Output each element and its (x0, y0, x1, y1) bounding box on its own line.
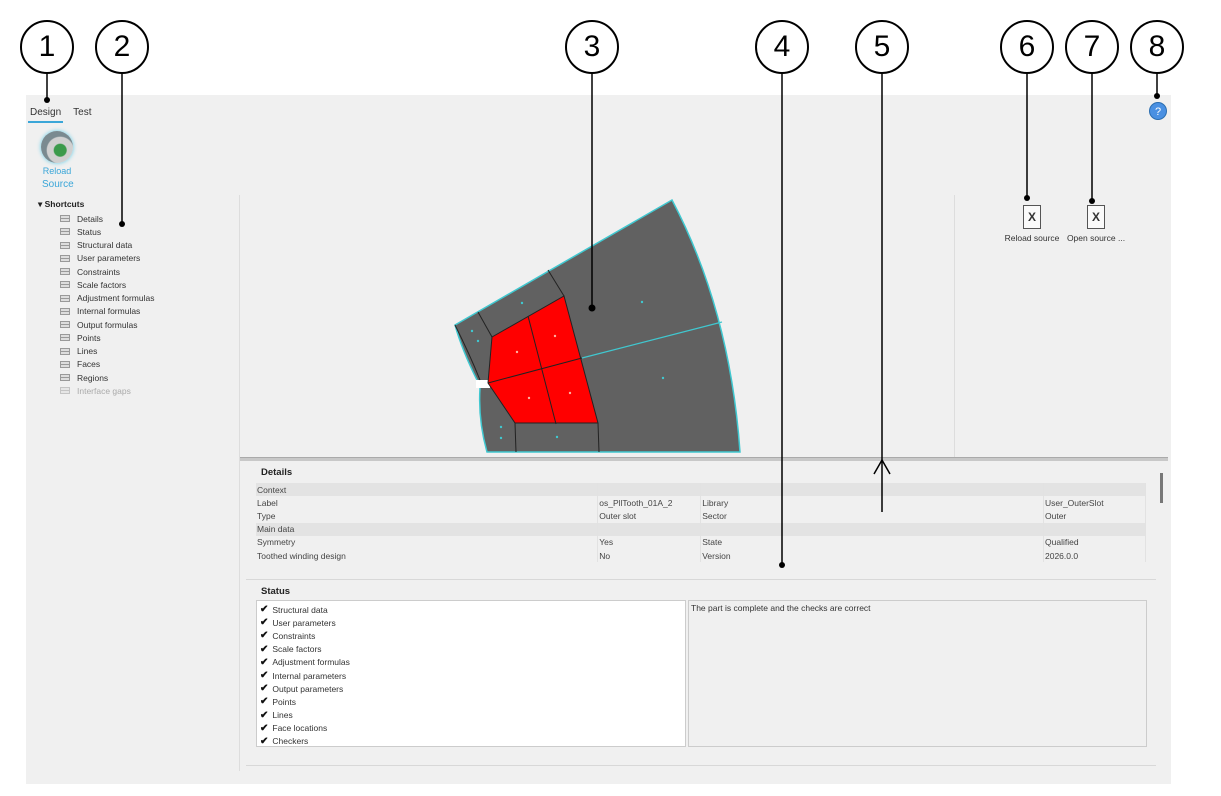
overlay-drawing (44, 74, 1160, 568)
callout-number: 2 (95, 20, 149, 74)
callout-number: 1 (20, 20, 74, 74)
part-face (454, 198, 741, 453)
callout-number: 7 (1065, 20, 1119, 74)
callout-number: 8 (1130, 20, 1184, 74)
part-geometry-view[interactable] (454, 198, 741, 453)
callout-number: 3 (565, 20, 619, 74)
callout-number: 6 (1000, 20, 1054, 74)
callout-number: 4 (755, 20, 809, 74)
callout-number: 5 (855, 20, 909, 74)
